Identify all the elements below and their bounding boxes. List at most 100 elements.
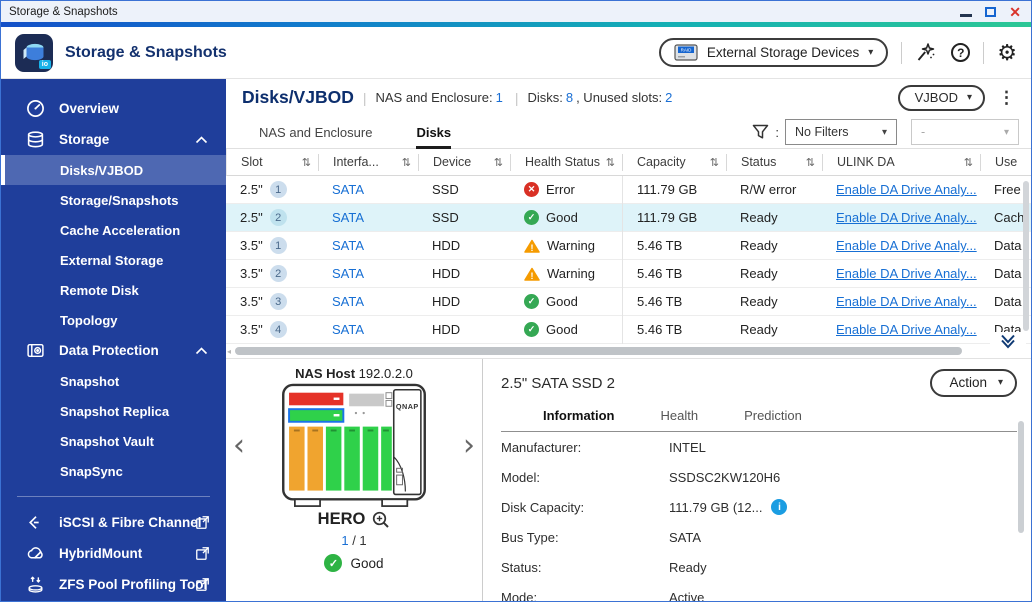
sidebar-item-zfs-pool-profiling-tool[interactable]: ZFS Pool Profiling Tool — [1, 569, 226, 600]
sidebar-item-disks-vjbod[interactable]: Disks/VJBOD — [1, 155, 226, 185]
maximize-button[interactable] — [985, 6, 997, 17]
wizard-wand-icon[interactable] — [915, 41, 938, 64]
vjbod-button-label: VJBOD — [914, 89, 958, 105]
table-row[interactable]: 3.5" 1 SATA HDD ! Warning 5.46 TB Ready En… — [226, 231, 1031, 260]
sidebar-item-label: Topology — [60, 312, 118, 328]
sort-icon[interactable]: ⇅ — [494, 156, 503, 169]
good-icon: ✓ — [524, 322, 539, 337]
filter-select-value: No Filters — [795, 125, 849, 139]
action-button[interactable]: Action ▾ — [930, 369, 1017, 397]
info-icon[interactable]: i — [771, 499, 788, 515]
filter-select[interactable]: No Filters ▾ — [785, 119, 897, 145]
table-row[interactable]: 3.5" 2 SATA HDD ! Warning 5.46 TB Ready En… — [226, 259, 1031, 288]
sort-icon[interactable]: ⇅ — [302, 156, 311, 169]
ulink-da-link[interactable]: Enable DA Drive Analy... — [836, 294, 977, 309]
sort-icon[interactable]: ⇅ — [710, 156, 719, 169]
field-bus-type: Bus Type: SATA — [501, 529, 702, 545]
device-type: HDD — [432, 266, 461, 281]
ulink-da-link[interactable]: Enable DA Drive Analy... — [836, 238, 977, 253]
sidebar-item-cache-acceleration[interactable]: Cache Acceleration — [1, 215, 226, 245]
column-header-usage[interactable]: Use — [981, 154, 1031, 171]
nas-enclosure-illustration[interactable]: QNAP — [281, 383, 427, 509]
help-icon[interactable]: ? — [951, 43, 971, 62]
capacity: 5.46 TB — [622, 287, 726, 316]
slot-number-badge: 2 — [269, 209, 287, 226]
sort-icon[interactable]: ⇅ — [402, 156, 411, 169]
column-header-ulink-da[interactable]: ULINK DA ⇅ — [823, 153, 981, 171]
chevron-down-icon: ▾ — [1003, 126, 1009, 138]
sidebar-item-storage[interactable]: Storage — [1, 124, 226, 155]
vjbod-button[interactable]: VJBOD ▾ — [897, 84, 985, 111]
carousel-next-icon[interactable]: › — [461, 431, 477, 461]
interface-link[interactable]: SATA — [332, 322, 364, 337]
sidebar-item-snapshot[interactable]: Snapshot — [1, 366, 226, 396]
ulink-da-link[interactable]: Enable DA Drive Analy... — [836, 322, 977, 337]
app-title: Storage & Snapshots — [65, 43, 227, 61]
ulink-da-link[interactable]: Enable DA Drive Analy... — [836, 210, 977, 225]
tab-prediction[interactable]: Prediction — [744, 408, 802, 423]
table-row-selected[interactable]: 2.5" 2 SATA SSD ✓ Good 111.79 GB Ready Ena… — [226, 203, 1031, 232]
external-link-icon — [195, 515, 210, 530]
gear-icon[interactable]: ⚙ — [997, 41, 1017, 64]
tab-nas-and-enclosure[interactable]: NAS and Enclosure — [259, 116, 372, 149]
sidebar-item-external-storage[interactable]: External Storage — [1, 245, 226, 275]
sidebar-item-label: Data Protection — [59, 343, 159, 358]
minimize-button[interactable] — [960, 13, 973, 17]
scroll-left-arrow-icon[interactable]: ◂ — [227, 347, 231, 356]
chevron-up-icon[interactable] — [195, 346, 208, 355]
sort-icon[interactable]: ⇅ — [964, 156, 973, 169]
column-header-slot[interactable]: Slot ⇅ — [227, 153, 319, 171]
sidebar-item-hybridmount[interactable]: HybridMount — [1, 538, 226, 569]
sort-icon[interactable]: ⇅ — [606, 156, 615, 169]
external-storage-devices-button[interactable]: RAID External Storage Devices ▾ — [658, 38, 889, 67]
sidebar-item-remote-disk[interactable]: Remote Disk — [1, 275, 226, 305]
carousel-page-indicator: 1 / 1 — [341, 533, 366, 548]
ulink-da-link[interactable]: Enable DA Drive Analy... — [836, 182, 977, 197]
zoom-in-icon[interactable] — [372, 511, 390, 529]
ulink-da-link[interactable]: Enable DA Drive Analy... — [836, 266, 977, 281]
sidebar-item-overview[interactable]: Overview — [1, 93, 226, 124]
sidebar-item-topology[interactable]: Topology — [1, 305, 226, 335]
collapse-panel-button[interactable] — [990, 332, 1026, 357]
close-button[interactable]: ✕ — [1009, 5, 1021, 19]
tab-disks[interactable]: Disks — [416, 116, 452, 149]
sidebar-item-snapshot-vault[interactable]: Snapshot Vault — [1, 426, 226, 456]
interface-link[interactable]: SATA — [332, 210, 364, 225]
health-status: Good — [546, 210, 578, 225]
column-header-interface[interactable]: Interfa... ⇅ — [319, 153, 419, 171]
table-row[interactable]: 2.5" 1 SATA SSD ✕ Error 111.79 GB R/W erro… — [226, 175, 1031, 204]
column-header-status[interactable]: Status ⇅ — [727, 153, 823, 171]
disk-profiling-icon — [26, 575, 50, 594]
column-header-capacity[interactable]: Capacity ⇅ — [623, 153, 727, 171]
column-header-device[interactable]: Device ⇅ — [419, 153, 511, 171]
interface-link[interactable]: SATA — [332, 238, 364, 253]
carousel-prev-icon[interactable]: ‹ — [231, 431, 247, 461]
table-row[interactable]: 3.5" 3 SATA HDD ✓ Good 5.46 TB Ready Enabl… — [226, 287, 1031, 316]
details-scrollbar[interactable] — [1018, 421, 1024, 533]
vertical-scrollbar[interactable] — [1023, 181, 1029, 331]
sidebar-item-data-protection[interactable]: Data Protection — [1, 335, 226, 366]
kebab-menu-icon[interactable]: ⋮ — [998, 88, 1015, 108]
horizontal-scrollbar: ◂ — [226, 332, 1031, 358]
column-header-health-status[interactable]: Health Status ⇅ — [511, 153, 623, 171]
tab-health[interactable]: Health — [661, 408, 699, 423]
table-header: Slot ⇅ Interfa... ⇅ Device ⇅ Health Status ⇅… — [226, 149, 1031, 176]
nas-host-line: NAS Host 192.0.2.0 — [295, 366, 413, 381]
sidebar-item-snapshot-replica[interactable]: Snapshot Replica — [1, 396, 226, 426]
interface-link[interactable]: SATA — [332, 182, 364, 197]
table-row[interactable]: 3.5" 4 SATA HDD ✓ Good 5.46 TB Ready Enabl… — [226, 315, 1031, 344]
app-header: io Storage & Snapshots RAID External Sto… — [1, 27, 1031, 79]
disk-status: Ready — [740, 294, 778, 309]
chevron-up-icon[interactable] — [195, 135, 208, 144]
horizontal-scrollbar-thumb[interactable] — [235, 347, 962, 355]
interface-link[interactable]: SATA — [332, 266, 364, 281]
sidebar-item-snapsync[interactable]: SnapSync — [1, 456, 226, 486]
sidebar-item-iscsi-fibre-channel[interactable]: iSCSI & Fibre Channel — [1, 507, 226, 538]
filter-secondary-select[interactable]: - ▾ — [911, 119, 1019, 145]
filter-funnel-icon[interactable] — [752, 124, 769, 140]
nas-status: ✓ Good — [324, 554, 384, 572]
sort-icon[interactable]: ⇅ — [806, 156, 815, 169]
interface-link[interactable]: SATA — [332, 294, 364, 309]
tab-information[interactable]: Information — [543, 408, 615, 423]
sidebar-item-storage-snapshots[interactable]: Storage/Snapshots — [1, 185, 226, 215]
